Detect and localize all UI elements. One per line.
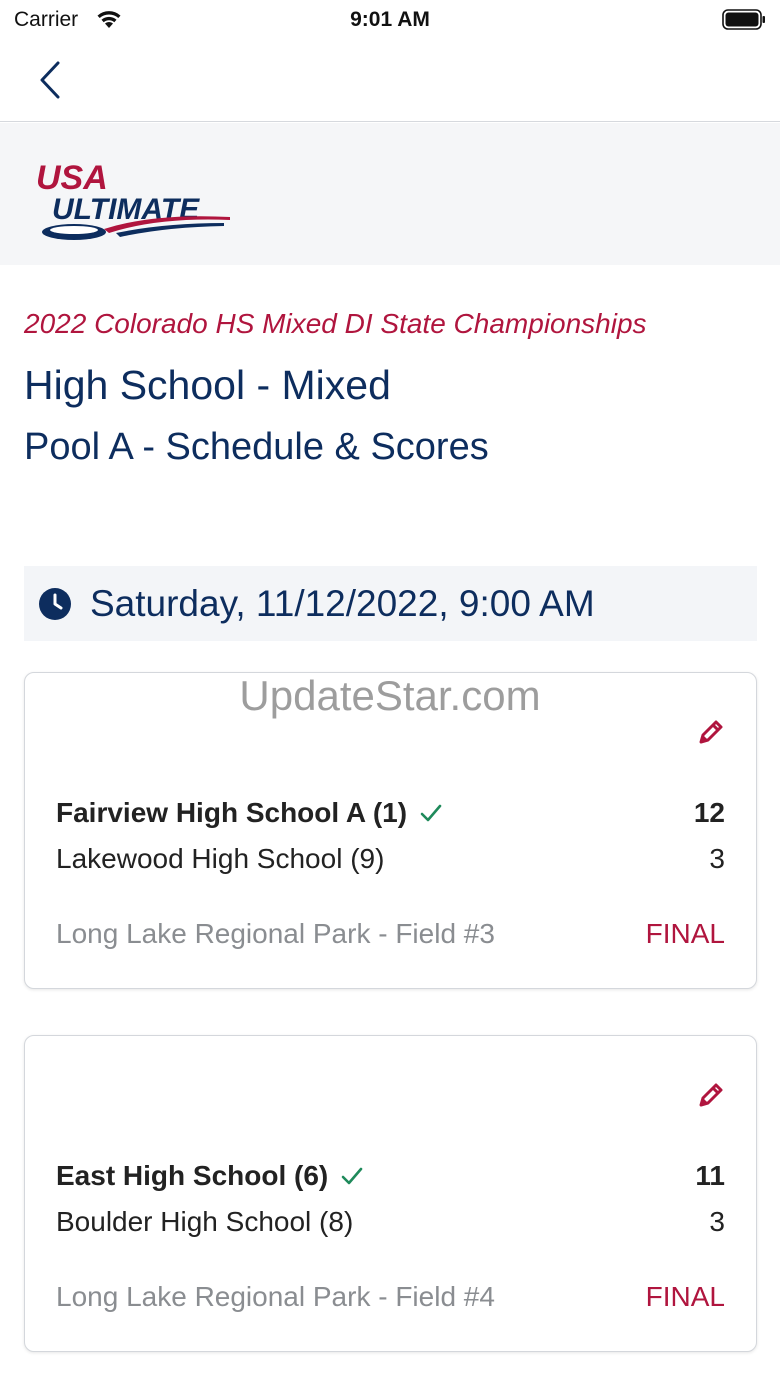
back-button[interactable] (28, 56, 72, 104)
logo-banner: USA ULTIMATE (0, 123, 780, 265)
game-status: FINAL (645, 918, 725, 949)
game-footer: Long Lake Regional Park - Field #3 FINAL (56, 918, 725, 950)
chevron-left-icon (40, 61, 60, 99)
clock-icon (39, 587, 71, 620)
team-name: Fairview High School A (1) (56, 797, 408, 828)
team-name: Boulder High School (8) (56, 1206, 354, 1237)
game-card[interactable]: Fairview High School A (1) 12 Lakewood H… (24, 672, 757, 989)
event-title: 2022 Colorado HS Mixed DI State Champion… (24, 308, 647, 339)
status-bar: Carrier 9:01 AM (0, 0, 780, 40)
game-footer: Long Lake Regional Park - Field #4 FINAL (56, 1281, 725, 1313)
pool-title: Pool A - Schedule & Scores (24, 426, 489, 468)
edit-score-button[interactable] (694, 1078, 728, 1112)
edit-score-button[interactable] (694, 715, 728, 749)
team-score: 11 (695, 1160, 725, 1191)
logo-line2: ULTIMATE (52, 193, 200, 226)
team-name: East High School (6) (56, 1160, 329, 1191)
checkmark-icon (341, 1167, 363, 1185)
game-card[interactable]: East High School (6) 11 Boulder High Sch… (24, 1035, 757, 1352)
round-datetime: Saturday, 11/12/2022, 9:00 AM (90, 582, 595, 624)
team-name: Lakewood High School (9) (56, 843, 385, 874)
winning-team-row: East High School (6) 11 (56, 1160, 725, 1192)
status-time: 9:01 AM (350, 8, 430, 31)
usa-ultimate-logo: USA ULTIMATE (36, 159, 230, 240)
pencil-icon (699, 1083, 723, 1107)
round-datetime-header: Saturday, 11/12/2022, 9:00 AM (24, 566, 757, 641)
game-status: FINAL (645, 1281, 725, 1312)
battery-icon (722, 9, 765, 30)
field-location: Long Lake Regional Park - Field #4 (56, 1281, 495, 1312)
team-score: 12 (693, 797, 725, 828)
pencil-icon (699, 720, 723, 744)
team-score: 3 (709, 843, 725, 874)
winning-team-row: Fairview High School A (1) 12 (56, 797, 725, 829)
losing-team-row: Boulder High School (8) 3 (56, 1206, 725, 1238)
navigation-bar (0, 40, 780, 122)
team-score: 3 (709, 1206, 725, 1237)
checkmark-icon (420, 804, 442, 822)
division-title: High School - Mixed (24, 362, 391, 408)
logo-line1: USA (36, 159, 108, 197)
field-location: Long Lake Regional Park - Field #3 (56, 918, 495, 949)
losing-team-row: Lakewood High School (9) 3 (56, 843, 725, 875)
